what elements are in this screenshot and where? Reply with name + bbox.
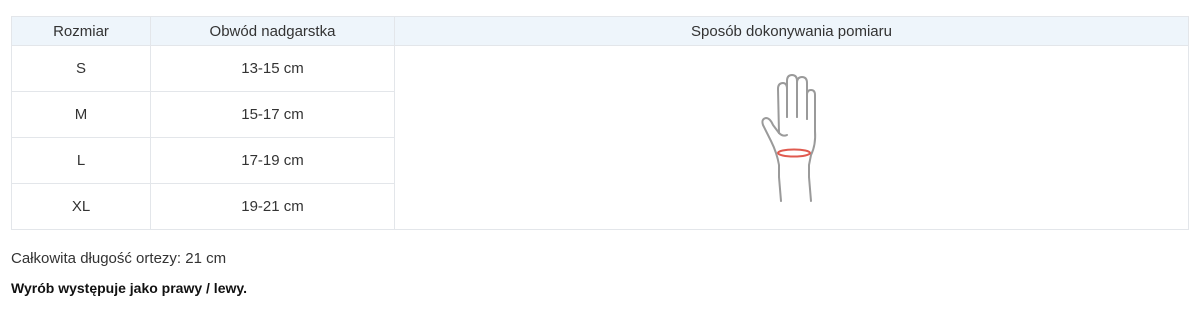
size-cell: M — [11, 91, 151, 138]
header-wrist-circumference: Obwód nadgarstka — [150, 16, 395, 46]
total-length-note: Całkowita długość ortezy: 21 cm — [11, 250, 227, 267]
range-cell: 13-15 cm — [150, 45, 395, 92]
header-measurement-method: Sposób dokonywania pomiaru — [394, 16, 1189, 46]
size-cell: S — [11, 45, 151, 92]
measurement-illustration-cell — [394, 45, 1189, 230]
wrist-measure-band — [776, 148, 811, 157]
header-size: Rozmiar — [11, 16, 151, 46]
range-cell: 15-17 cm — [150, 91, 395, 138]
range-cell: 19-21 cm — [150, 183, 395, 230]
size-chart-section: Rozmiar Obwód nadgarstka Sposób dokonywa… — [0, 0, 1200, 312]
range-cell: 17-19 cm — [150, 137, 395, 184]
size-cell: L — [11, 137, 151, 184]
size-cell: XL — [11, 183, 151, 230]
table-row: S 13-15 cm — [11, 45, 1189, 230]
table-header-row: Rozmiar Obwód nadgarstka Sposób dokonywa… — [11, 16, 1189, 46]
hand-wrist-measurement-icon — [760, 73, 816, 202]
left-right-note: Wyrób występuje jako prawy / lewy. — [11, 280, 248, 296]
hand-outline — [760, 73, 816, 202]
size-table: Rozmiar Obwód nadgarstka Sposób dokonywa… — [11, 16, 1189, 230]
